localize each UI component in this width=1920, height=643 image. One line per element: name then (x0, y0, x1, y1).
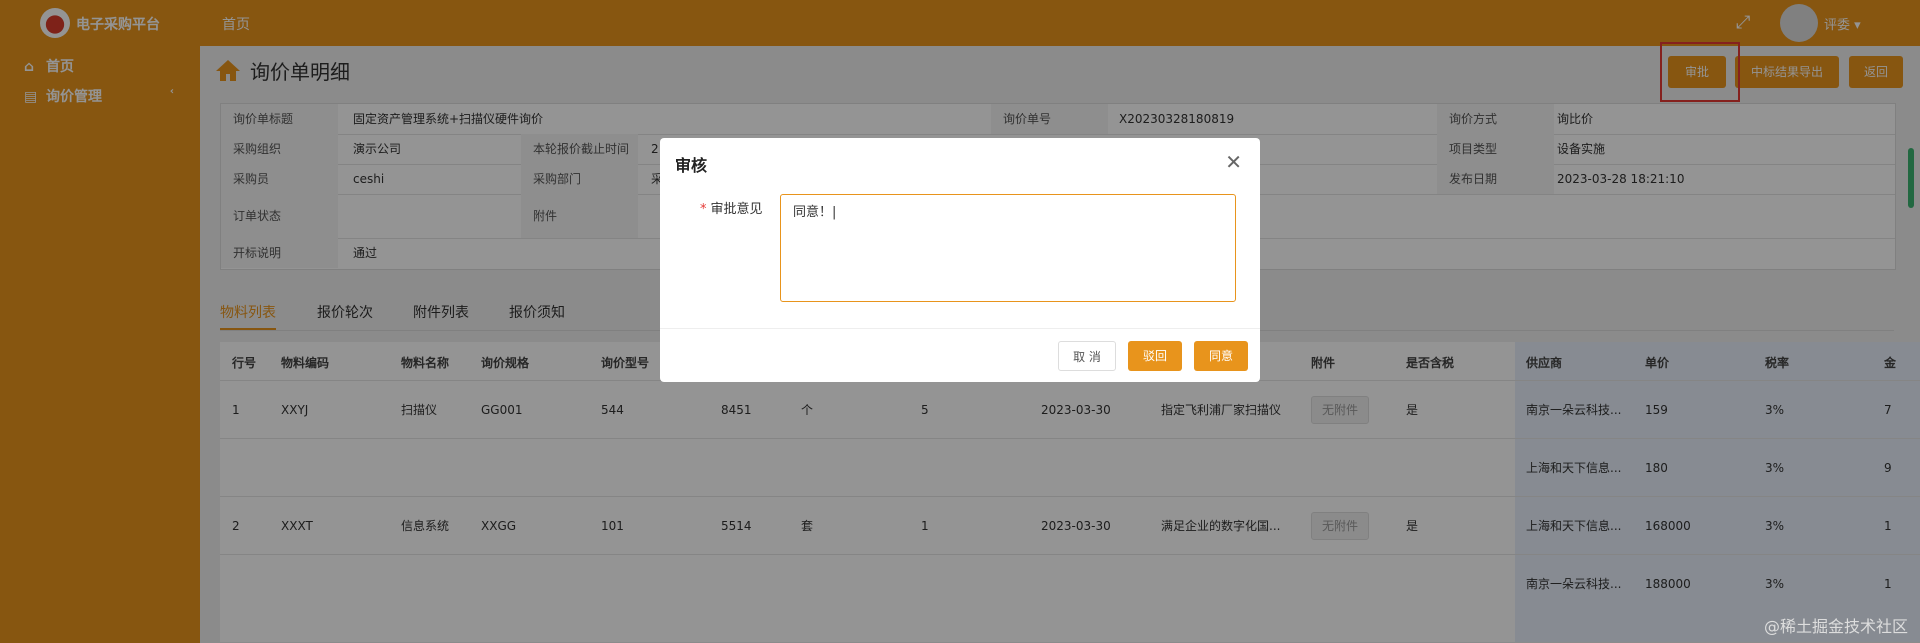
dialog-title: 审核 (675, 156, 708, 175)
reject-button[interactable]: 驳回 (1128, 341, 1182, 371)
dialog-divider (660, 328, 1260, 329)
opinion-label-text: 审批意见 (710, 202, 763, 217)
close-icon[interactable]: ✕ (1225, 150, 1242, 174)
agree-button[interactable]: 同意 (1194, 341, 1248, 371)
required-mark: * (700, 202, 707, 217)
opinion-label: * 审批意见 (700, 198, 763, 217)
approval-dialog: 审核 ✕ * 审批意见 同意！| 取 消 驳回 同意 (660, 138, 1260, 382)
watermark: @稀土掘金技术社区 (1763, 617, 1908, 636)
cancel-button[interactable]: 取 消 (1058, 341, 1116, 371)
opinion-textarea[interactable]: 同意！| (780, 194, 1236, 302)
